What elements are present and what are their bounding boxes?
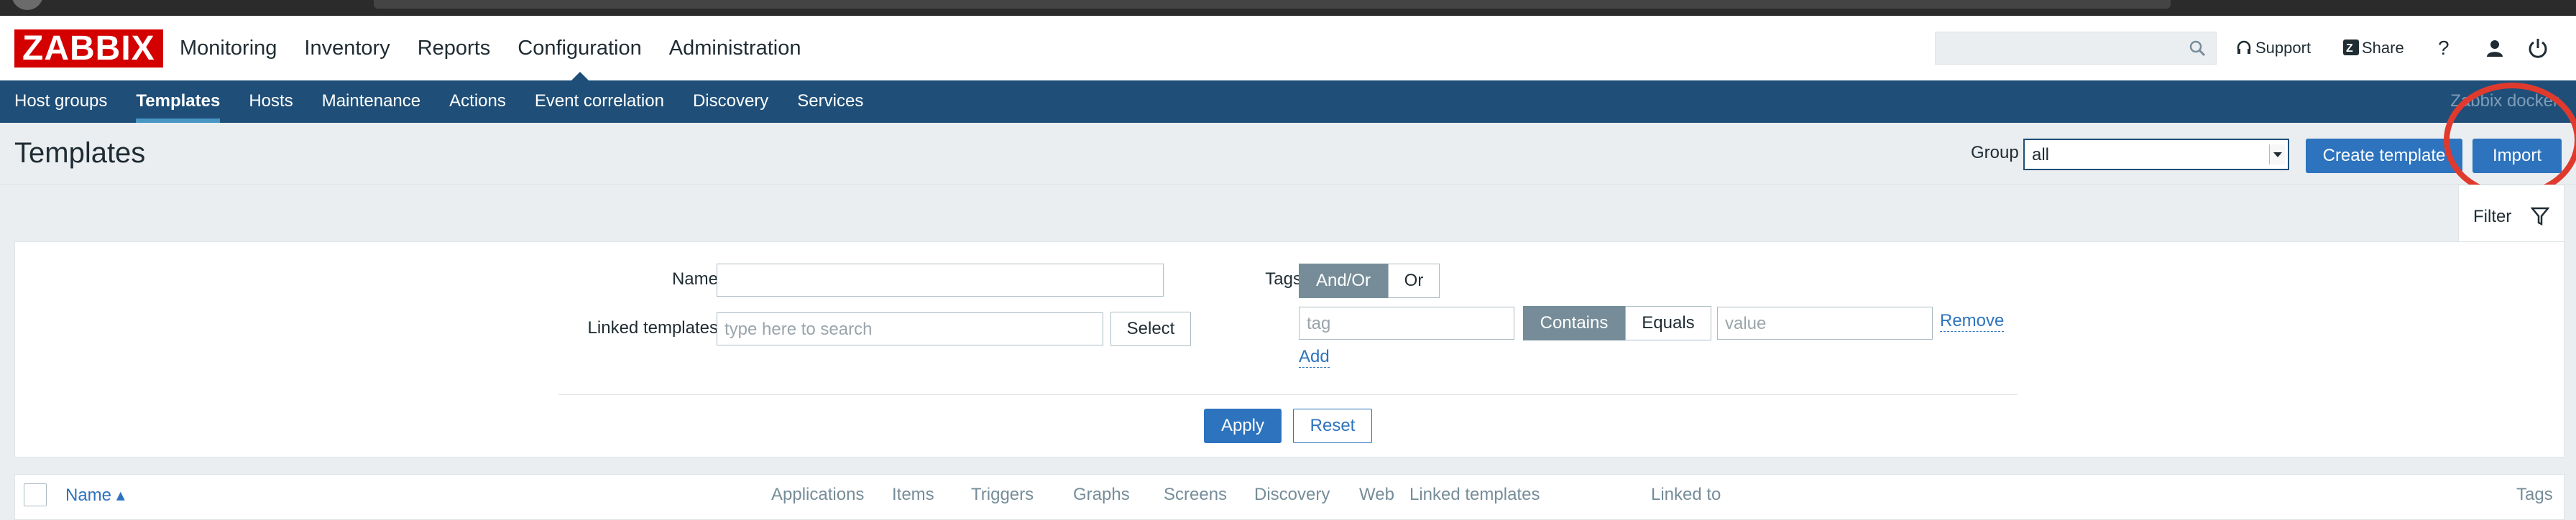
column-linked-to: Linked to: [1651, 485, 1721, 504]
tags-or-toggle[interactable]: Or: [1388, 264, 1440, 298]
column-graphs: Graphs: [1073, 485, 1130, 504]
browser-button[interactable]: [12, 0, 43, 10]
group-select[interactable]: all: [2023, 139, 2289, 170]
tags-label: Tags: [1265, 269, 1302, 289]
tags-andor-toggle[interactable]: And/Or: [1299, 264, 1388, 298]
subnav-hosts[interactable]: Hosts: [249, 80, 293, 123]
column-triggers: Triggers: [971, 485, 1034, 504]
group-label: Group: [1971, 143, 2019, 162]
apply-button[interactable]: Apply: [1204, 409, 1282, 443]
column-name[interactable]: Name ▴: [65, 485, 125, 506]
share-link[interactable]: Share: [2362, 16, 2404, 80]
search-input[interactable]: [1935, 32, 2217, 65]
name-label: Name: [671, 269, 718, 289]
group-select-value: all: [2032, 145, 2050, 164]
filter-tab-label: Filter: [2473, 207, 2512, 226]
chevron-down-icon[interactable]: [2269, 144, 2285, 164]
nav-reports[interactable]: Reports: [418, 16, 491, 80]
filter-icon: [2531, 207, 2549, 226]
filter-divider: [558, 394, 2018, 395]
browser-chrome: [0, 0, 2576, 16]
name-field[interactable]: [717, 264, 1164, 297]
subnav-templates[interactable]: Templates: [136, 80, 220, 123]
select-all-checkbox[interactable]: [24, 483, 47, 506]
browser-address-bar[interactable]: [374, 0, 2171, 9]
column-tags: Tags: [2516, 485, 2553, 504]
linked-templates-label: Linked templates: [587, 318, 718, 338]
remove-tag-link[interactable]: Remove: [1940, 311, 2005, 332]
filter-panel: Name Linked templates type here to searc…: [14, 241, 2564, 458]
nav-administration[interactable]: Administration: [669, 16, 801, 80]
user-profile-icon[interactable]: [2484, 37, 2506, 59]
help-icon[interactable]: ?: [2438, 16, 2450, 80]
nav-configuration[interactable]: Configuration: [518, 16, 642, 80]
tag-input[interactable]: tag: [1299, 307, 1514, 340]
column-linked-templates: Linked templates: [1409, 485, 1540, 504]
subnav-actions[interactable]: Actions: [449, 80, 506, 123]
subnav-maintenance[interactable]: Maintenance: [322, 80, 420, 123]
page-title: Templates: [14, 137, 146, 169]
zabbix-logo[interactable]: ZABBIX: [14, 29, 163, 68]
select-button[interactable]: Select: [1110, 312, 1191, 346]
column-discovery: Discovery: [1254, 485, 1330, 504]
sign-out-icon[interactable]: [2527, 37, 2549, 59]
column-web: Web: [1359, 485, 1394, 504]
subnav-services[interactable]: Services: [797, 80, 863, 123]
tag-value-input[interactable]: value: [1717, 307, 1933, 340]
tag-equals-toggle[interactable]: Equals: [1625, 306, 1711, 340]
subnav-discovery[interactable]: Discovery: [693, 80, 768, 123]
support-link[interactable]: Support: [2255, 16, 2311, 80]
import-button[interactable]: Import: [2472, 139, 2562, 173]
reset-button[interactable]: Reset: [1293, 409, 1372, 443]
linked-templates-input[interactable]: type here to search: [717, 312, 1103, 345]
main-nav: Monitoring Inventory Reports Configurati…: [180, 16, 829, 80]
nav-inventory[interactable]: Inventory: [304, 16, 390, 80]
column-applications: Applications: [771, 485, 865, 504]
tag-contains-toggle[interactable]: Contains: [1523, 306, 1625, 340]
subnav-event-correlation[interactable]: Event correlation: [535, 80, 664, 123]
column-screens: Screens: [1164, 485, 1228, 504]
create-template-button[interactable]: Create template: [2306, 139, 2462, 173]
page-header: Templates Group all Create template Impo…: [0, 123, 2576, 185]
svg-text:Z: Z: [2346, 42, 2353, 55]
search-icon[interactable]: [2189, 40, 2206, 57]
nav-monitoring[interactable]: Monitoring: [180, 16, 277, 80]
sub-nav: Host groups Templates Hosts Maintenance …: [0, 80, 2576, 123]
add-tag-link[interactable]: Add: [1299, 347, 1330, 368]
share-icon: Z: [2343, 40, 2359, 55]
main-header: ZABBIX Monitoring Inventory Reports Conf…: [0, 16, 2576, 80]
templates-table-header: Name ▴ Applications Items Triggers Graph…: [14, 474, 2564, 520]
server-name: Zabbix docker: [2450, 91, 2559, 111]
headset-icon: [2237, 40, 2251, 54]
filter-tab[interactable]: Filter: [2458, 185, 2564, 242]
subnav-host-groups[interactable]: Host groups: [14, 80, 107, 123]
column-items: Items: [892, 485, 934, 504]
